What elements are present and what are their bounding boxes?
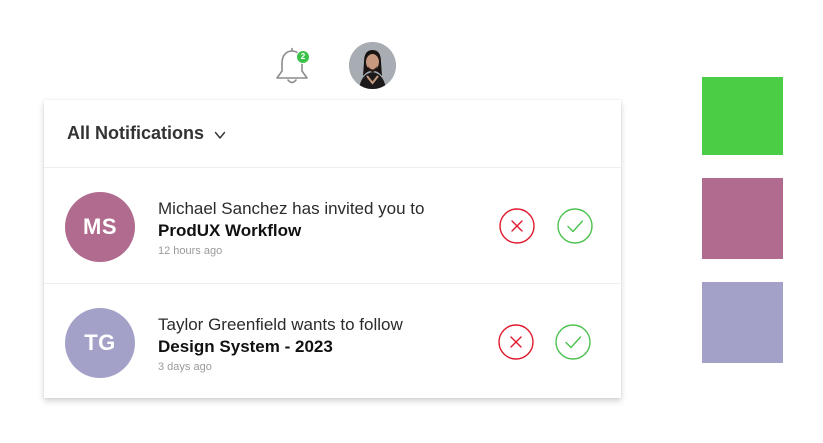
notification-time: 3 days ago (158, 361, 212, 373)
close-circle-icon (498, 324, 534, 360)
user-photo (349, 42, 396, 89)
chevron-down-icon (214, 128, 226, 140)
notification-text: Taylor Greenfield wants to follow Design… (158, 314, 478, 373)
color-swatch-lavender (702, 282, 783, 363)
color-swatch-green (702, 77, 783, 155)
decline-button[interactable] (498, 324, 534, 360)
notification-item: TG Taylor Greenfield wants to follow Des… (44, 284, 621, 399)
initials-avatar: TG (65, 308, 135, 378)
notification-message: Michael Sanchez has invited you to (158, 199, 425, 218)
notification-count-badge: 2 (296, 50, 310, 64)
close-circle-icon (499, 208, 535, 244)
initials-avatar: MS (65, 192, 135, 262)
color-swatch-mauve (702, 178, 783, 259)
notification-time: 12 hours ago (158, 245, 223, 257)
notification-subject: ProdUX Workflow (158, 221, 302, 240)
decline-button[interactable] (499, 208, 535, 244)
check-circle-icon (555, 324, 591, 360)
accept-button[interactable] (557, 208, 593, 244)
notifications-filter-dropdown[interactable]: All Notifications (44, 100, 621, 168)
notification-message: Taylor Greenfield wants to follow (158, 315, 403, 334)
notification-text: Michael Sanchez has invited you to ProdU… (158, 198, 478, 257)
notification-subject: Design System - 2023 (158, 337, 333, 356)
accept-button[interactable] (555, 324, 591, 360)
check-circle-icon (557, 208, 593, 244)
panel-title: All Notifications (67, 123, 205, 143)
notification-item: MS Michael Sanchez has invited you to Pr… (44, 168, 621, 284)
notifications-panel: All Notifications MS Michael Sanchez has… (44, 100, 621, 398)
user-avatar[interactable] (349, 42, 396, 89)
